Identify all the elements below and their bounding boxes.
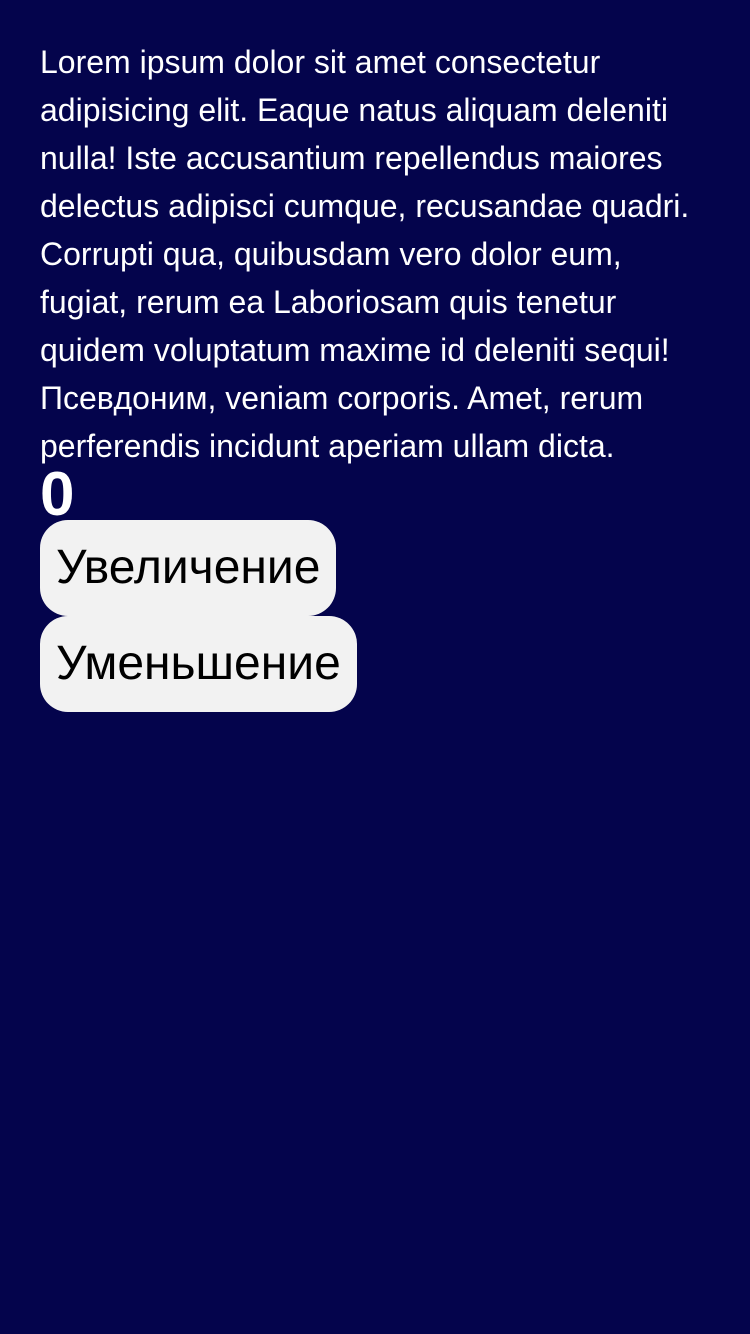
paragraph-line: Псевдоним, veniam corporis. Amet, rerum <box>40 380 644 416</box>
counter-value: 0 <box>40 460 75 529</box>
paragraph-line: quidem voluptatum maxime id deleniti seq… <box>40 332 670 368</box>
app-screen: Lorem ipsum dolor sit amet consectetur a… <box>0 0 750 1334</box>
decrease-button[interactable]: Уменьшение <box>40 616 357 712</box>
description-paragraph: Lorem ipsum dolor sit amet consectetur a… <box>40 38 710 470</box>
paragraph-line: Corrupti qua, quibusdam vero dolor eum, <box>40 236 622 272</box>
paragraph-line: perferendis incidunt aperiam ullam dicta… <box>40 428 615 464</box>
increase-button[interactable]: Увеличение <box>40 520 337 616</box>
paragraph-line: fugiat, rerum ea Laboriosam quis tenetur <box>40 284 617 320</box>
paragraph-line: delectus adipisci cumque, recusandae qua… <box>40 188 690 224</box>
paragraph-line: Lorem ipsum dolor sit amet consectetur <box>40 44 601 80</box>
paragraph-line: adipisicing elit. Eaque natus aliquam de… <box>40 92 668 128</box>
paragraph-line: nulla! Iste accusantium repellendus maio… <box>40 140 663 176</box>
